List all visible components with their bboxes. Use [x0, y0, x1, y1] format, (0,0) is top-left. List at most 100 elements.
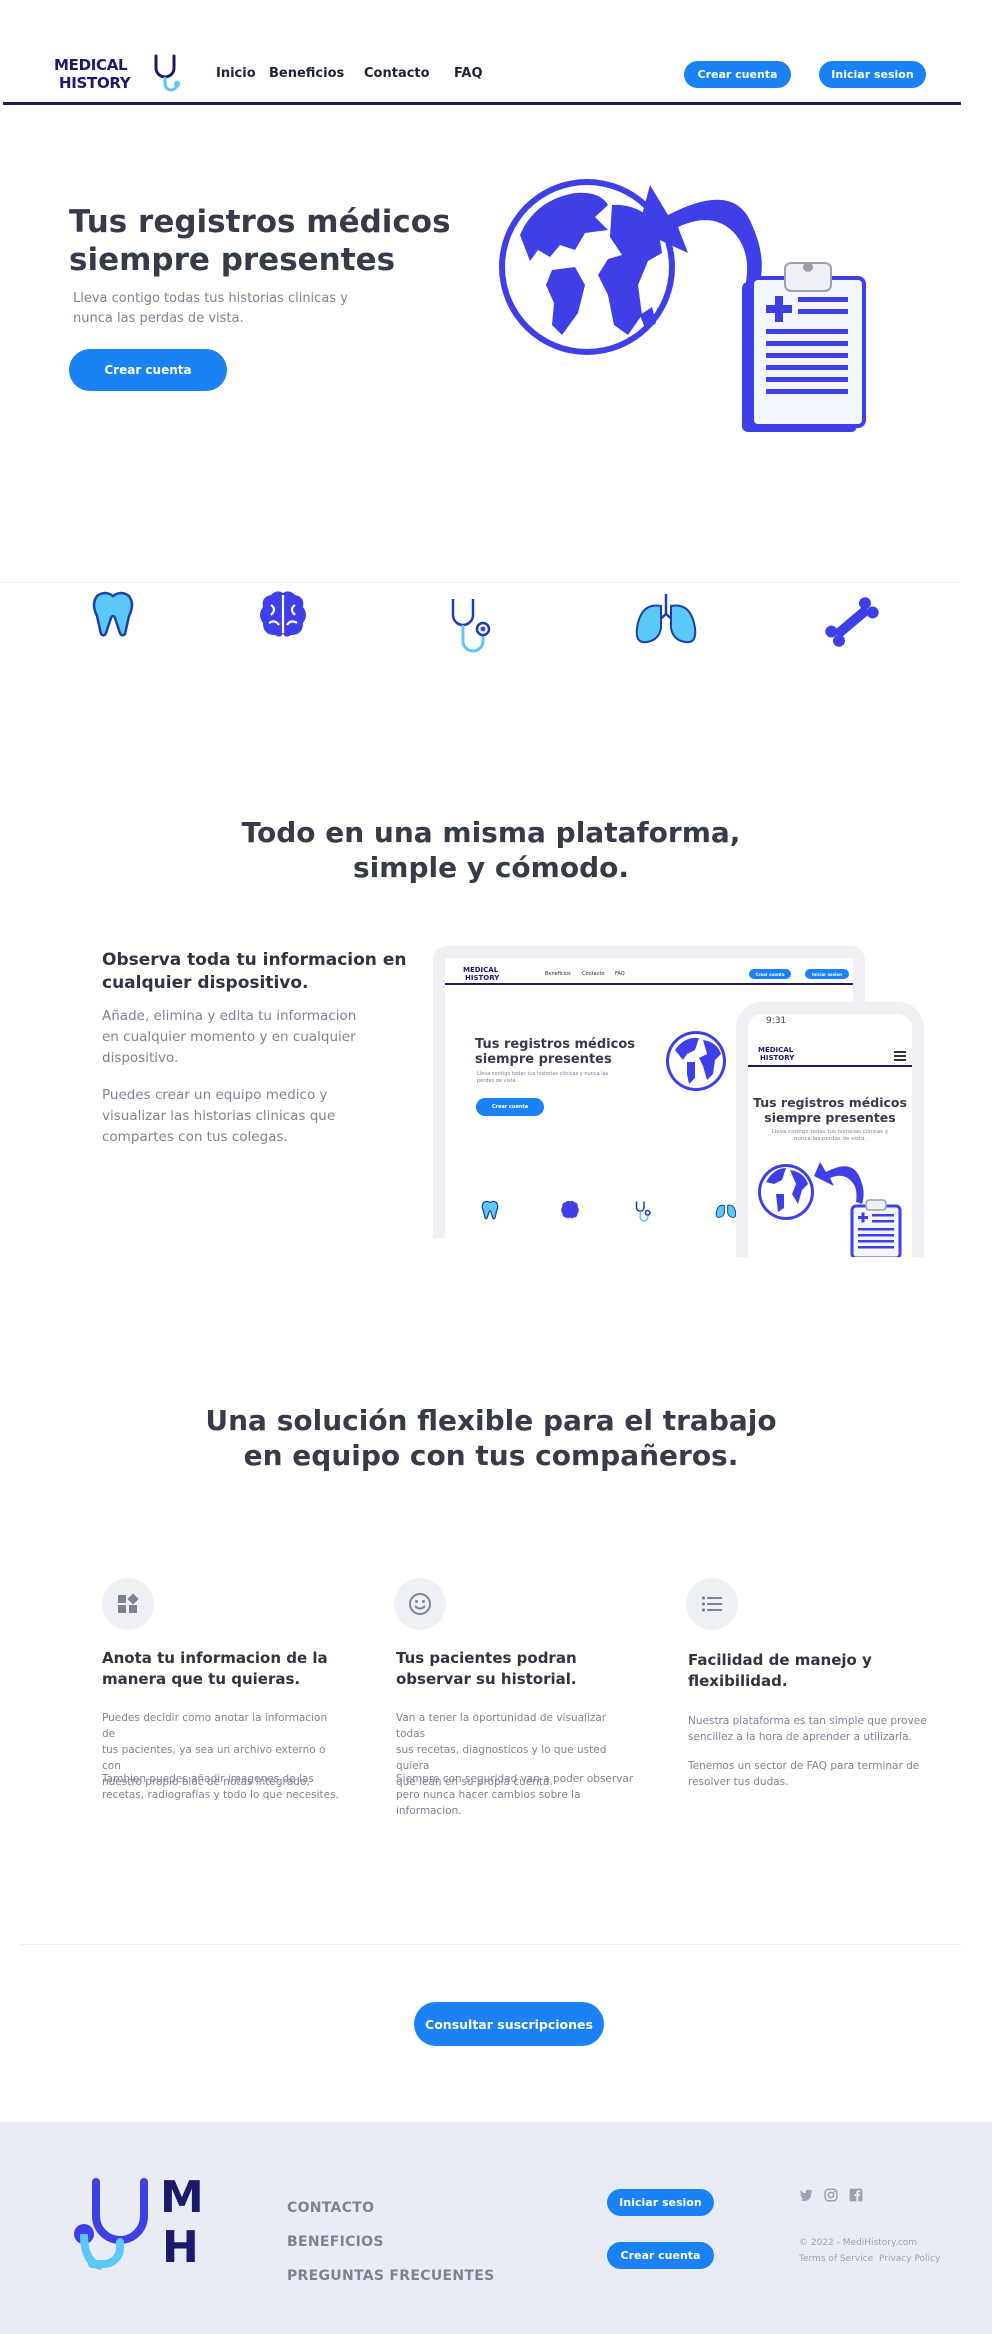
footer-logo-m: M: [160, 2172, 204, 2223]
clipboard-icon: [742, 262, 866, 432]
mockup-hero-title-line-1: Tus registros médicos: [475, 1037, 636, 1052]
mockup-header-divider: [445, 983, 853, 985]
mockup-nav-contacto: Contacto: [582, 971, 605, 977]
teamwork-title-line-2: en equipo con tus compañeros.: [243, 1439, 739, 1472]
brain-icon: [260, 591, 306, 637]
feature-paragraph-2: Tambien puedes añadir imagenes de las re…: [102, 1771, 342, 1803]
hero-subtitle: Lleva contigo todas tus historias clinic…: [73, 289, 403, 329]
footer-login-button[interactable]: Iniciar sesion: [607, 2189, 714, 2216]
feature-text-line: recetas, radiografías y todo lo que nece…: [102, 1789, 339, 1801]
mockup-lungs-icon: [715, 1204, 737, 1218]
hero-subtitle-line-2: nunca las perdas de vista.: [73, 311, 244, 326]
footer-privacy-link[interactable]: Privacy Policy: [879, 2254, 940, 2264]
feature-text-line: sus recetas, diagnosticos y lo que usted…: [396, 1744, 607, 1772]
instagram-icon[interactable]: [824, 2188, 838, 2202]
nav-link-contacto[interactable]: Contacto: [364, 66, 430, 81]
mockup-logo-line-1: MEDICAL: [463, 966, 499, 974]
list-icon: [701, 1596, 722, 1612]
phone-hero-title: Tus registros médicos siempre presentes: [748, 1095, 912, 1125]
platform-title-line-1: Todo en una misma plataforma,: [241, 816, 741, 849]
phone-hero-subtitle: Lleva contigo todas tus historias clinic…: [748, 1129, 912, 1143]
platform-subheading-line-2: cualquier dispositivo.: [102, 973, 309, 993]
feature-title-line-2: observar su historial.: [396, 1670, 577, 1688]
feature-icon-circle: [686, 1578, 738, 1630]
mockup-logo-line-2: HISTORY: [465, 974, 500, 982]
phone-hero-subtitle-line-1: Lleva contigo todas tus historias clinic…: [771, 1129, 889, 1135]
header-divider: [3, 102, 961, 105]
platform-p2-line-1: Puedes crear un equipo medico y: [102, 1087, 328, 1103]
footer-stethoscope-icon: [74, 2178, 148, 2270]
bone-icon: [825, 597, 879, 647]
mockup-stethoscope-icon: [635, 1201, 651, 1222]
platform-title: Todo en una misma plataforma, simple y c…: [0, 815, 982, 885]
platform-subheading: Observa toda tu informacion en cualquier…: [102, 949, 422, 995]
feature-text-line: Siempre con seguridad van a poder observ…: [396, 1773, 634, 1785]
footer-terms-link[interactable]: Terms of Service: [799, 2254, 873, 2264]
phone-header-divider: [748, 1065, 912, 1067]
platform-paragraph-1: Añade, elimina y edita tu informacion en…: [102, 1006, 382, 1069]
header-login-button[interactable]: Iniciar sesion: [819, 61, 926, 88]
logo[interactable]: MEDICAL HISTORY: [54, 52, 184, 98]
phone-logo-line-2: HISTORY: [760, 1054, 795, 1062]
footer-link-beneficios[interactable]: BENEFICIOS: [287, 2234, 384, 2250]
mockup-tooth-icon: [481, 1200, 499, 1220]
hero-title-line-2: siempre presentes: [69, 242, 396, 278]
mockup-hero-title-line-2: siempre presentes: [475, 1052, 612, 1067]
feature-paragraph-1: Nuestra plataforma es tan simple que pro…: [688, 1713, 928, 1745]
nav-link-inicio[interactable]: Inicio: [216, 66, 256, 81]
footer-link-faq[interactable]: PREGUNTAS FRECUENTES: [287, 2268, 494, 2284]
teamwork-title: Una solución flexible para el trabajo en…: [0, 1403, 982, 1473]
smiley-icon: [409, 1593, 431, 1615]
feature-icon-circle: [394, 1578, 446, 1630]
facebook-icon[interactable]: [849, 2188, 863, 2202]
feature-text-line: informacion.: [396, 1805, 462, 1817]
mockup-create-button: Crear cuenta: [749, 969, 791, 979]
mockup-globe-icon: [666, 1031, 726, 1091]
nav-link-beneficios[interactable]: Beneficios: [269, 66, 344, 81]
platform-subheading-line-1: Observa toda tu informacion en: [102, 950, 407, 970]
feature-text-line: tus pacientes, ya sea un archivo externo…: [102, 1744, 326, 1772]
tooth-icon: [92, 591, 134, 637]
feature-text-line: resolver tus dudas.: [688, 1776, 789, 1788]
hero-title-line-1: Tus registros médicos: [69, 204, 451, 240]
feature-text-line: Van a tener la oportunidad de visualizar…: [396, 1712, 607, 1740]
platform-title-line-2: simple y cómodo.: [353, 851, 629, 884]
feature-paragraph-2: Tenemos un sector de FAQ para terminar d…: [688, 1758, 928, 1790]
feature-title: Tus pacientes podran observar su histori…: [396, 1648, 626, 1690]
mockup-nav-beneficios: Beneficios: [545, 971, 571, 977]
hero-subtitle-line-1: Lleva contigo todas tus historias clinic…: [73, 291, 348, 306]
feature-text-line: Puedes decidir como anotar la informacio…: [102, 1712, 328, 1740]
header-create-account-button[interactable]: Crear cuenta: [684, 61, 791, 88]
subscriptions-button[interactable]: Consultar suscripciones: [414, 2002, 604, 2046]
mockup-brain-icon: [561, 1200, 579, 1219]
subscriptions-divider: [20, 1944, 962, 1945]
hero-create-account-button[interactable]: Crear cuenta: [69, 349, 227, 391]
mockup-hero-subtitle-line-1: Lleva contigo todas tus historias clinic…: [477, 1071, 609, 1077]
phone-status-time: 9:31: [766, 1016, 787, 1026]
phone-hero-subtitle-line-2: nunca las perdas de vista.: [793, 1136, 867, 1142]
twitter-icon[interactable]: [799, 2188, 813, 2202]
teamwork-title-line-1: Una solución flexible para el trabajo: [205, 1404, 777, 1437]
feature-title: Anota tu informacion de la manera que tu…: [102, 1648, 332, 1690]
phone-logo-line-1: MEDICAL: [758, 1046, 794, 1054]
mockup-hero-subtitle-line-2: perdas de vista.: [477, 1078, 518, 1084]
phone-menu-icon: [894, 1051, 906, 1061]
lungs-icon: [635, 594, 697, 644]
stethoscope-logo-icon: [154, 54, 181, 92]
mockup-hero-button: Crear cuenta: [476, 1098, 544, 1116]
feature-title-line-1: Facilidad de manejo y: [688, 1651, 872, 1669]
platform-p1-line-3: dispositivo.: [102, 1050, 179, 1066]
logo-text-history: HISTORY: [59, 74, 131, 92]
footer-copyright: © 2022 - MediHistory.com: [799, 2238, 918, 2248]
platform-p1-line-1: Añade, elimina y edita tu informacion: [102, 1008, 357, 1024]
mockup-hero-subtitle: Lleva contigo todas tus historias clinic…: [477, 1071, 608, 1085]
social-links: [799, 2188, 869, 2204]
phone-hero-title-line-1: Tus registros médicos: [753, 1095, 907, 1110]
footer-logo[interactable]: M H: [72, 2172, 212, 2286]
footer-link-contacto[interactable]: CONTACTO: [287, 2200, 374, 2216]
feature-title-line-1: Tus pacientes podran: [396, 1649, 577, 1667]
nav-link-faq[interactable]: FAQ: [454, 66, 483, 81]
footer-create-account-button[interactable]: Crear cuenta: [607, 2242, 714, 2269]
platform-p1-line-2: en cualquier momento y en cualquier: [102, 1029, 356, 1045]
footer-logo-h: H: [162, 2222, 199, 2273]
